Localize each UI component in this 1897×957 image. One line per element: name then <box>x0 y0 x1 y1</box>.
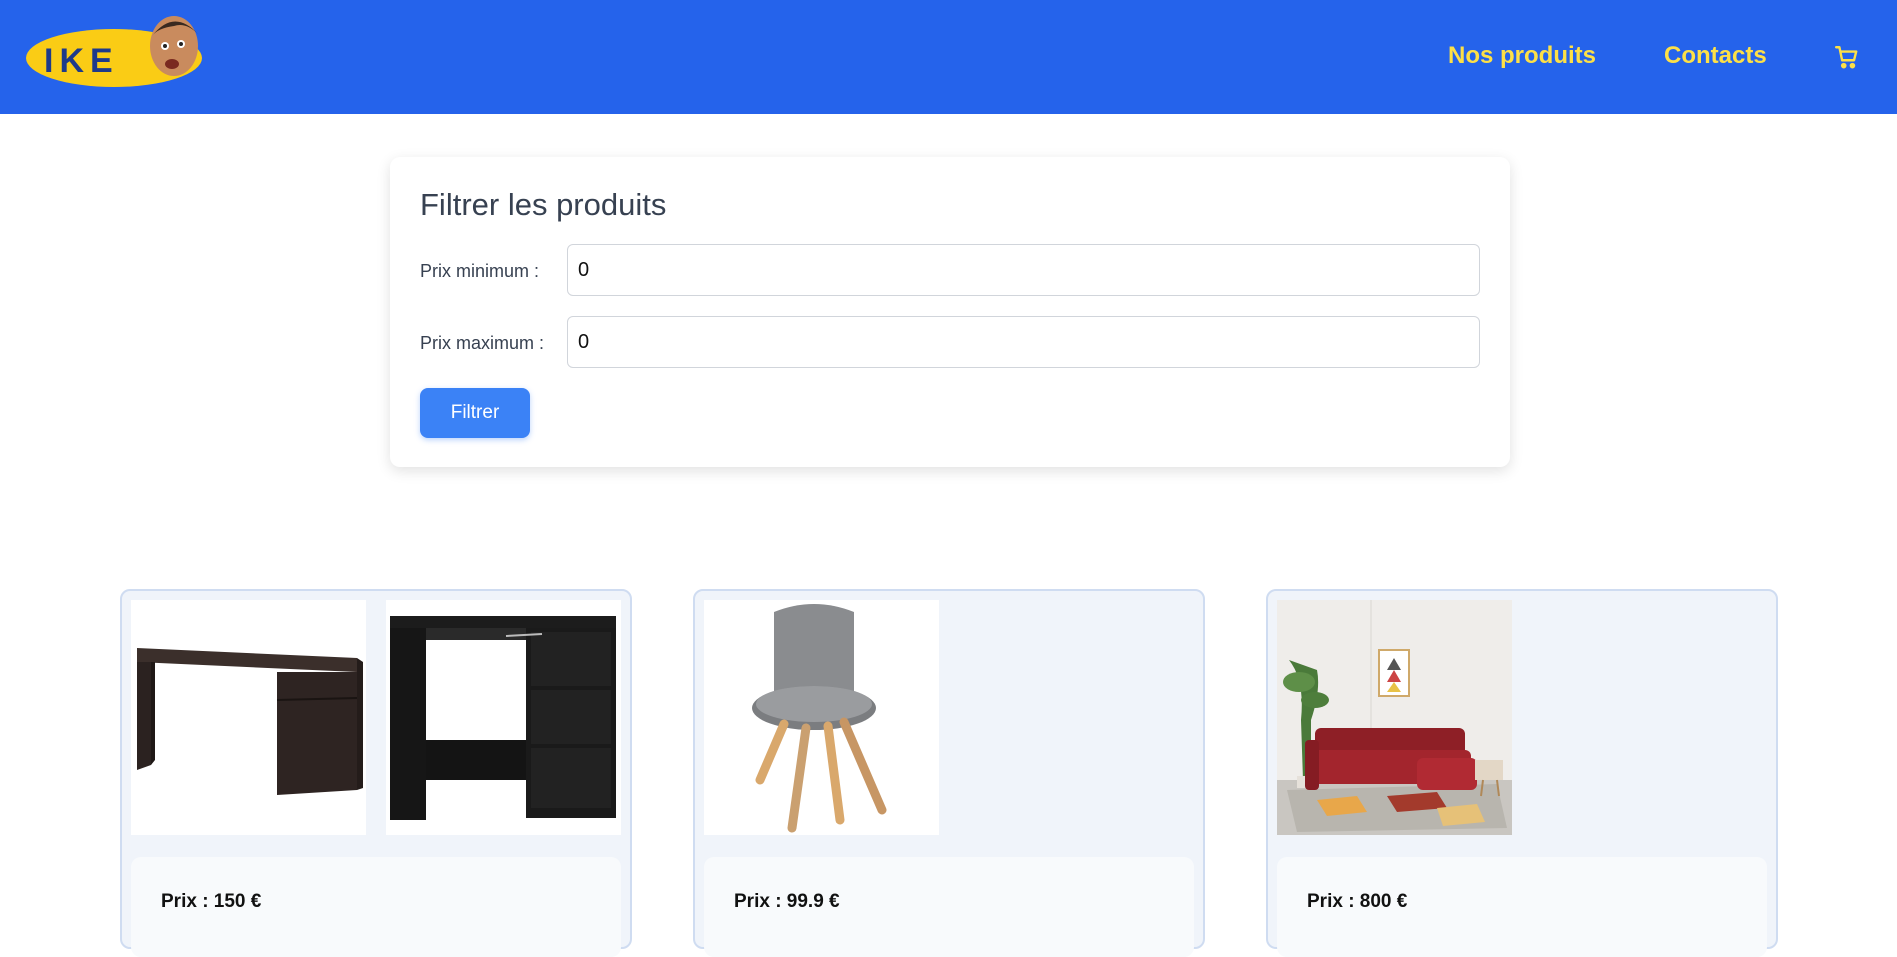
filter-title: Filtrer les produits <box>420 187 667 222</box>
min-price-input[interactable] <box>567 244 1480 296</box>
max-price-label: Prix maximum : <box>420 333 545 353</box>
min-price-label: Prix minimum : <box>420 261 540 281</box>
filter-button[interactable]: Filtrer <box>420 388 530 438</box>
top-navbar: IKE Nos produits Contacts <box>0 0 1897 114</box>
desk-dark-brown-image <box>131 600 366 835</box>
product-card[interactable]: Prix : 150 € <box>120 589 632 957</box>
product-price: Prix : 800 € <box>1307 891 1408 912</box>
nav-link-produits[interactable]: Nos produits <box>1448 42 1596 70</box>
logo[interactable]: IKE <box>26 14 206 88</box>
product-card[interactable]: Prix : 800 € <box>1266 589 1778 957</box>
product-card[interactable]: Prix : 99.9 € <box>693 589 1205 957</box>
max-price-input[interactable] <box>567 316 1480 368</box>
grey-chair-image <box>704 600 939 835</box>
nav-link-contacts[interactable]: Contacts <box>1664 42 1767 70</box>
price-box: Prix : 800 € <box>1277 857 1767 957</box>
red-sofa-image <box>1277 600 1512 835</box>
filter-panel: Filtrer les produits Prix minimum : Prix… <box>390 157 1510 467</box>
shopping-cart-icon[interactable] <box>1834 44 1860 70</box>
product-price: Prix : 99.9 € <box>734 891 840 912</box>
product-price: Prix : 150 € <box>161 891 262 912</box>
price-box: Prix : 99.9 € <box>704 857 1194 957</box>
logo-text: IKE <box>44 42 119 80</box>
price-box: Prix : 150 € <box>131 857 621 957</box>
desk-black-drawers-image <box>386 600 621 835</box>
